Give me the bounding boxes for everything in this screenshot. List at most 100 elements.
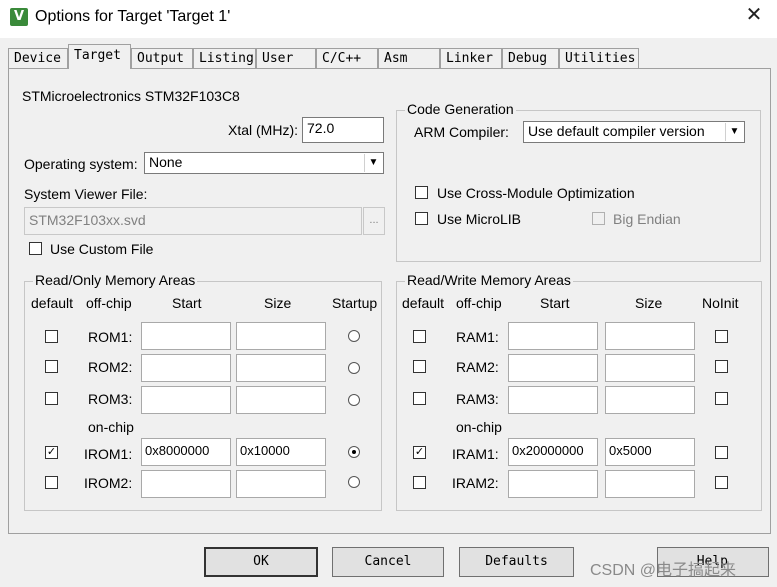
rom2-label: ROM2: <box>88 359 133 375</box>
ram3-size-input[interactable] <box>605 386 695 414</box>
ram1-label: RAM1: <box>456 329 499 345</box>
cancel-button[interactable]: Cancel <box>332 547 444 577</box>
rom2-default-checkbox[interactable] <box>45 360 58 373</box>
rom-header-startup: Startup <box>332 295 378 311</box>
big-endian-label: Big Endian <box>613 211 681 227</box>
rom1-start-input[interactable] <box>141 322 231 350</box>
rom3-label: ROM3: <box>88 391 133 407</box>
rom-header-size: Size <box>264 295 292 311</box>
os-label: Operating system: <box>24 156 138 172</box>
iram1-label: IRAM1: <box>452 446 499 462</box>
tab-utilities[interactable]: Utilities <box>559 48 639 68</box>
irom1-start-input[interactable]: 0x8000000 <box>141 438 231 466</box>
rom1-startup-radio[interactable] <box>348 330 360 342</box>
rom3-startup-radio[interactable] <box>348 394 360 406</box>
rom-onchip-label: on-chip <box>88 419 134 435</box>
code-generation-title: Code Generation <box>405 101 516 117</box>
cross-module-checkbox[interactable] <box>415 186 428 199</box>
xtal-label: Xtal (MHz): <box>228 122 298 138</box>
keil-app-icon: V <box>10 8 28 26</box>
ram3-label: RAM3: <box>456 391 499 407</box>
ram-header-default: default <box>402 295 445 311</box>
irom1-size-input[interactable]: 0x10000 <box>236 438 326 466</box>
ram-onchip-label: on-chip <box>456 419 502 435</box>
ram2-noinit-checkbox[interactable] <box>715 360 728 373</box>
iram1-start-input[interactable]: 0x20000000 <box>508 438 598 466</box>
rom2-size-input[interactable] <box>236 354 326 382</box>
irom2-default-checkbox[interactable] <box>45 476 58 489</box>
rom3-default-checkbox[interactable] <box>45 392 58 405</box>
tab-linker[interactable]: Linker <box>440 48 502 68</box>
tab-c-cpp[interactable]: C/C++ <box>316 48 378 68</box>
ram2-size-input[interactable] <box>605 354 695 382</box>
device-name: STMicroelectronics STM32F103C8 <box>22 88 240 104</box>
ram1-default-checkbox[interactable] <box>413 330 426 343</box>
iram2-start-input[interactable] <box>508 470 598 498</box>
rom-group-title: Read/Only Memory Areas <box>33 272 198 288</box>
tab-target[interactable]: Target <box>68 44 131 69</box>
big-endian-checkbox <box>592 212 605 225</box>
csdn-watermark: CSDN @电子搞起来 <box>590 562 737 579</box>
os-select[interactable]: None ▼ <box>144 152 384 174</box>
ram-group-title: Read/Write Memory Areas <box>405 272 573 288</box>
ram2-default-checkbox[interactable] <box>413 360 426 373</box>
rom-header-offchip: off-chip <box>86 295 132 311</box>
window-title: Options for Target 'Target 1' <box>35 8 231 25</box>
ram1-noinit-checkbox[interactable] <box>715 330 728 343</box>
iram2-noinit-checkbox[interactable] <box>715 476 728 489</box>
tab-user[interactable]: User <box>256 48 316 68</box>
iram2-default-checkbox[interactable] <box>413 476 426 489</box>
cross-module-label: Use Cross-Module Optimization <box>437 185 635 201</box>
iram2-label: IRAM2: <box>452 475 499 491</box>
svd-browse-button: ... <box>363 207 385 235</box>
ram3-default-checkbox[interactable] <box>413 392 426 405</box>
iram1-noinit-checkbox[interactable] <box>715 446 728 459</box>
rom-header-default: default <box>31 295 74 311</box>
title-bar: V Options for Target 'Target 1' ✕ <box>0 0 777 38</box>
irom1-startup-radio[interactable] <box>348 446 360 458</box>
arm-compiler-label: ARM Compiler: <box>414 124 509 140</box>
ram-header-offchip: off-chip <box>456 295 502 311</box>
microlib-checkbox[interactable] <box>415 212 428 225</box>
rom-header-start: Start <box>172 295 202 311</box>
arm-compiler-select[interactable]: Use default compiler version ▼ <box>523 121 745 143</box>
rom1-size-input[interactable] <box>236 322 326 350</box>
iram2-size-input[interactable] <box>605 470 695 498</box>
irom1-label: IROM1: <box>84 446 133 462</box>
tab-debug[interactable]: Debug <box>502 48 559 68</box>
ram2-label: RAM2: <box>456 359 499 375</box>
ram1-start-input[interactable] <box>508 322 598 350</box>
xtal-input[interactable]: 72.0 <box>302 117 384 143</box>
custom-file-checkbox[interactable] <box>29 242 42 255</box>
microlib-label: Use MicroLIB <box>437 211 522 227</box>
close-button[interactable]: ✕ <box>737 2 771 34</box>
ram-header-noinit: NoInit <box>702 295 739 311</box>
ok-button[interactable]: OK <box>204 547 318 577</box>
tab-listing[interactable]: Listing <box>193 48 256 68</box>
rom2-start-input[interactable] <box>141 354 231 382</box>
svd-label: System Viewer File: <box>24 186 148 202</box>
irom2-start-input[interactable] <box>141 470 231 498</box>
rom3-size-input[interactable] <box>236 386 326 414</box>
ram2-start-input[interactable] <box>508 354 598 382</box>
defaults-button[interactable]: Defaults <box>459 547 574 577</box>
rom1-label: ROM1: <box>88 329 133 345</box>
irom2-startup-radio[interactable] <box>348 476 360 488</box>
iram1-default-checkbox[interactable]: ✓ <box>413 446 426 459</box>
irom2-size-input[interactable] <box>236 470 326 498</box>
chevron-down-icon: ▼ <box>364 154 382 172</box>
tab-device[interactable]: Device <box>8 48 68 68</box>
irom2-label: IROM2: <box>84 475 133 491</box>
ram-header-start: Start <box>540 295 570 311</box>
chevron-down-icon: ▼ <box>725 123 743 141</box>
iram1-size-input[interactable]: 0x5000 <box>605 438 695 466</box>
tab-output[interactable]: Output <box>131 48 193 68</box>
irom1-default-checkbox[interactable]: ✓ <box>45 446 58 459</box>
rom1-default-checkbox[interactable] <box>45 330 58 343</box>
tab-asm[interactable]: Asm <box>378 48 440 68</box>
ram1-size-input[interactable] <box>605 322 695 350</box>
rom3-start-input[interactable] <box>141 386 231 414</box>
rom2-startup-radio[interactable] <box>348 362 360 374</box>
ram3-start-input[interactable] <box>508 386 598 414</box>
ram3-noinit-checkbox[interactable] <box>715 392 728 405</box>
